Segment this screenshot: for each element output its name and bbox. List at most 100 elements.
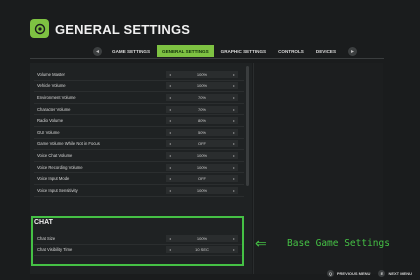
setting-selector[interactable]: ◂ OFF ▸ [166, 175, 238, 183]
tab-divider [30, 58, 384, 59]
setting-selector[interactable]: ◂ 100% ▸ [166, 163, 238, 171]
chevron-right-icon[interactable]: ▸ [233, 95, 235, 100]
setting-value: 100% [196, 187, 208, 193]
setting-selector[interactable]: ◂ 100% ▸ [166, 70, 238, 78]
settings-scrollbar[interactable] [246, 66, 249, 186]
chevron-left-icon[interactable]: ◂ [169, 176, 171, 181]
tab-general-settings[interactable]: GENERAL SETTINGS [157, 45, 214, 57]
chevron-right-icon[interactable]: ▸ [233, 165, 235, 170]
next-menu-button[interactable]: E NEXT MENU [378, 269, 412, 277]
tab-graphic-settings[interactable]: GRAPHIC SETTINGS [216, 45, 271, 57]
setting-label: GUI Volume [37, 129, 60, 135]
setting-selector[interactable]: ◂ 100% ▸ [166, 186, 238, 194]
setting-selector[interactable]: ◂ OFF ▸ [166, 140, 238, 148]
setting-value: OFF [198, 176, 206, 182]
setting-label: Radio Volume [37, 118, 64, 124]
chevron-right-icon[interactable]: ▸ [233, 72, 235, 77]
setting-label: Chat Size [37, 235, 56, 241]
setting-label: Voice Chat Volume [37, 152, 73, 158]
setting-row[interactable]: Voice Input Sensitivity ◂ 100% ▸ [34, 185, 244, 197]
setting-row[interactable]: GUI Volume ◂ 50% ▸ [34, 127, 244, 139]
setting-selector[interactable]: ◂ 80% ▸ [166, 117, 238, 125]
tab-game-settings[interactable]: GAME SETTINGS [107, 45, 155, 57]
setting-selector[interactable]: ◂ 50% ▸ [166, 128, 238, 136]
annotation-label: Base Game Settings [287, 238, 390, 249]
setting-row[interactable]: Environment Volume ◂ 70% ▸ [34, 92, 244, 104]
next-menu-label: NEXT MENU [388, 270, 412, 276]
chevron-left-icon[interactable]: ◂ [169, 247, 171, 252]
setting-value: OFF [198, 141, 206, 147]
setting-row[interactable]: Voice Recording Volume ◂ 100% ▸ [34, 162, 244, 174]
chevron-right-icon[interactable]: ▸ [233, 118, 235, 123]
chevron-left-icon[interactable]: ◂ [169, 83, 171, 88]
setting-label: Voice Input Sensitivity [37, 187, 78, 193]
chevron-left-icon[interactable]: ◂ [169, 153, 171, 158]
chevron-right-icon[interactable]: ▸ [233, 153, 235, 158]
chevron-right-icon[interactable]: ▸ [233, 188, 235, 193]
chevron-right-icon[interactable]: ▸ [233, 107, 235, 112]
setting-value: 70% [197, 94, 206, 100]
chevron-left-icon[interactable]: ◂ [169, 95, 171, 100]
setting-value: 70% [197, 106, 206, 112]
setting-selector[interactable]: ◂ 70% ▸ [166, 105, 238, 113]
previous-menu-label: PREVIOUS MENU [336, 270, 371, 276]
annotation-arrow-icon: ⇐ [255, 235, 267, 251]
settings-list: Volume Master ◂ 100% ▸ Vehicle Volume ◂ 100% ▸… [34, 69, 244, 197]
setting-selector[interactable]: ◂ 100% ▸ [166, 151, 238, 159]
setting-selector[interactable]: ◂ 70% ▸ [166, 93, 238, 101]
setting-row[interactable]: Radio Volume ◂ 80% ▸ [34, 115, 244, 127]
setting-label: Volume Master [37, 71, 65, 77]
chevron-right-icon[interactable]: ▸ [233, 83, 235, 88]
tab-next-icon[interactable]: ▸ [348, 46, 358, 56]
chevron-left-icon[interactable]: ◂ [169, 165, 171, 170]
chevron-left-icon[interactable]: ◂ [169, 130, 171, 135]
setting-row[interactable]: Chat Visibility Time ◂ 10 SEC ▸ [34, 245, 242, 257]
setting-row[interactable]: Volume Master ◂ 100% ▸ [34, 69, 244, 81]
setting-value: 100% [196, 152, 208, 158]
tab-devices[interactable]: DEVICES [311, 45, 341, 57]
previous-menu-button[interactable]: Q PREVIOUS MENU [326, 269, 371, 277]
chevron-left-icon[interactable]: ◂ [169, 107, 171, 112]
tab-prev-icon[interactable]: ◂ [93, 46, 102, 56]
chevron-left-icon[interactable]: ◂ [169, 236, 171, 241]
setting-row[interactable]: Vehicle Volume ◂ 100% ▸ [34, 81, 244, 93]
setting-value: 80% [197, 118, 206, 124]
setting-selector[interactable]: ◂ 10 SEC ▸ [166, 246, 238, 254]
setting-row[interactable]: Chat Size ◂ 100% ▸ [34, 233, 242, 245]
chevron-left-icon[interactable]: ◂ [169, 118, 171, 123]
setting-value: 10 SEC [195, 247, 209, 253]
setting-value: 100% [196, 164, 208, 170]
setting-row[interactable]: Game Volume While Not in Focus ◂ OFF ▸ [34, 139, 244, 151]
setting-label: Voice Input Mode [37, 176, 70, 182]
chevron-left-icon[interactable]: ◂ [169, 188, 171, 193]
setting-value: 100% [196, 83, 208, 89]
setting-row[interactable]: Voice Input Mode ◂ OFF ▸ [34, 173, 244, 185]
setting-label: Chat Visibility Time [37, 247, 73, 253]
q-key-icon: Q [326, 269, 334, 277]
setting-selector[interactable]: ◂ 100% ▸ [166, 82, 238, 90]
setting-row[interactable]: Voice Chat Volume ◂ 100% ▸ [34, 150, 244, 162]
setting-label: Voice Recording Volume [37, 164, 83, 170]
setting-label: Game Volume While Not in Focus [37, 141, 100, 147]
setting-label: Vehicle Volume [37, 83, 66, 89]
chat-settings-list: Chat Size ◂ 100% ▸ Chat Visibility Time ◂ 10 … [34, 233, 242, 257]
setting-label: Environment Volume [37, 94, 76, 100]
setting-selector[interactable]: ◂ 100% ▸ [166, 234, 238, 242]
tab-controls[interactable]: CONTROLS [273, 45, 309, 57]
chevron-left-icon[interactable]: ◂ [169, 141, 171, 146]
setting-row[interactable]: Character Volume ◂ 70% ▸ [34, 104, 244, 116]
chevron-right-icon[interactable]: ▸ [233, 236, 235, 241]
chevron-right-icon[interactable]: ▸ [233, 247, 235, 252]
setting-value: 100% [196, 71, 208, 77]
bottom-nav-bar: Q PREVIOUS MENU E NEXT MENU [319, 269, 412, 277]
setting-value: 100% [196, 235, 208, 241]
chevron-right-icon[interactable]: ▸ [233, 176, 235, 181]
chat-section-title: CHAT [34, 219, 53, 226]
chevron-left-icon[interactable]: ◂ [169, 72, 171, 77]
e-key-icon: E [378, 269, 386, 277]
chevron-right-icon[interactable]: ▸ [233, 130, 235, 135]
setting-value: 50% [197, 129, 206, 135]
page-title: GENERAL SETTINGS [55, 22, 191, 37]
game-logo-icon [30, 19, 49, 38]
chevron-right-icon[interactable]: ▸ [233, 141, 235, 146]
